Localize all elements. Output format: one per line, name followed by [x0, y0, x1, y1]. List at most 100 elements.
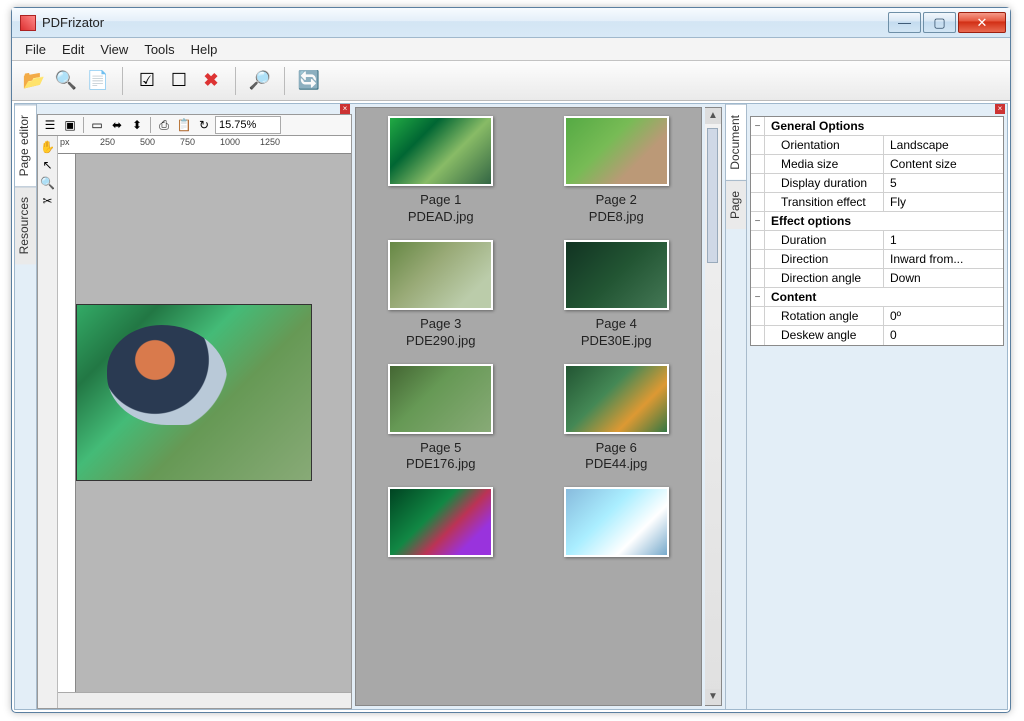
refresh-button[interactable]: 🔄 — [295, 67, 323, 95]
menu-edit[interactable]: Edit — [55, 40, 91, 59]
close-button[interactable]: ✕ — [958, 12, 1006, 33]
thumbnail-image — [564, 116, 669, 186]
zoom-input[interactable] — [215, 116, 281, 134]
scroll-handle[interactable] — [707, 128, 718, 263]
prop-value[interactable]: 0 — [884, 326, 1003, 345]
thumb-page-label: Page 2 — [589, 192, 644, 209]
tool-column: ✋ ↖ 🔍 ✂ — [38, 136, 58, 708]
fit-height-icon[interactable]: ⬍ — [128, 116, 146, 134]
thumb-page-label: Page 1 — [408, 192, 474, 209]
tab-document[interactable]: Document — [726, 104, 746, 180]
prop-key: Deskew angle — [765, 326, 884, 345]
scroll-up-icon[interactable]: ▲ — [705, 108, 721, 124]
thumbnails-panel: Page 1PDEAD.jpg Page 2PDE8.jpg Page 3PDE… — [352, 104, 725, 709]
thumbnail-item[interactable]: Page 2PDE8.jpg — [540, 116, 694, 226]
prop-key: Display duration — [765, 174, 884, 192]
menu-view[interactable]: View — [93, 40, 135, 59]
panel-close-icon[interactable]: × — [995, 104, 1005, 114]
collapse-icon[interactable]: − — [751, 212, 765, 230]
prop-key: Media size — [765, 155, 884, 173]
thumbnail-image — [564, 240, 669, 310]
prop-value[interactable]: Inward from... — [884, 250, 1003, 268]
tab-page[interactable]: Page — [726, 180, 746, 229]
thumbnails-scrollbar[interactable]: ▲ ▼ — [705, 107, 722, 706]
maximize-button[interactable]: ▢ — [923, 12, 956, 33]
menu-tools[interactable]: Tools — [137, 40, 181, 59]
canvas-viewport[interactable] — [76, 154, 351, 692]
collapse-icon[interactable]: − — [751, 288, 765, 306]
prop-key: Direction angle — [765, 269, 884, 287]
menu-help[interactable]: Help — [184, 40, 225, 59]
scroll-down-icon[interactable]: ▼ — [705, 689, 721, 705]
prop-value[interactable]: Content size — [884, 155, 1003, 173]
thumb-file-label: PDE44.jpg — [585, 456, 647, 473]
app-icon — [20, 15, 36, 31]
properties-panel: × −General Options OrientationLandscape … — [747, 104, 1007, 709]
prop-key: Transition effect — [765, 193, 884, 211]
editor-body: ✋ ↖ 🔍 ✂ px 250 500 750 1000 1250 — [37, 136, 352, 709]
zoom-tool-icon[interactable]: 🔍 — [38, 174, 57, 192]
tab-resources[interactable]: Resources — [15, 186, 36, 264]
prop-group-general: General Options — [765, 117, 1003, 135]
prop-value[interactable]: 0º — [884, 307, 1003, 325]
editor-scrollbar-h[interactable] — [58, 692, 351, 708]
thumbnail-image — [564, 487, 669, 557]
toolbar-sep — [284, 67, 285, 95]
window-controls: — ▢ ✕ — [888, 12, 1006, 33]
titlebar[interactable]: PDFrizator — ▢ ✕ — [12, 8, 1010, 38]
select-all-button[interactable]: ☑ — [133, 67, 161, 95]
thumbnail-item[interactable]: Page 3PDE290.jpg — [364, 240, 518, 350]
prop-group-content: Content — [765, 288, 1003, 306]
fit-width-icon[interactable]: ⬌ — [108, 116, 126, 134]
delete-button[interactable]: ✖ — [197, 67, 225, 95]
scanner-button[interactable]: 🔍 — [52, 67, 80, 95]
prop-value[interactable]: Down — [884, 269, 1003, 287]
prop-value[interactable]: 5 — [884, 174, 1003, 192]
minimize-button[interactable]: — — [888, 12, 921, 33]
prop-key: Direction — [765, 250, 884, 268]
thumb-page-label: Page 6 — [585, 440, 647, 457]
panel-close-icon[interactable]: × — [340, 104, 350, 114]
frame-icon[interactable]: ▣ — [61, 116, 79, 134]
hand-tool-icon[interactable]: ✋ — [38, 138, 57, 156]
thumb-page-label: Page 5 — [406, 440, 475, 457]
thumb-file-label: PDE176.jpg — [406, 456, 475, 473]
app-window: PDFrizator — ▢ ✕ File Edit View Tools He… — [11, 7, 1011, 713]
rotate-icon[interactable]: ↻ — [195, 116, 213, 134]
new-page-button[interactable]: 📄 — [84, 67, 112, 95]
canvas-area: px 250 500 750 1000 1250 — [58, 136, 351, 708]
left-tabs: Page editor Resources — [15, 104, 37, 709]
prop-value[interactable]: Fly — [884, 193, 1003, 211]
tab-page-editor[interactable]: Page editor — [15, 104, 36, 186]
prop-value[interactable]: Landscape — [884, 136, 1003, 154]
prop-value[interactable]: 1 — [884, 231, 1003, 249]
print-icon[interactable]: ⎙ — [155, 116, 173, 134]
thumbnail-item[interactable] — [540, 487, 694, 557]
open-folder-button[interactable]: 📂 — [20, 67, 48, 95]
thumb-file-label: PDE30E.jpg — [581, 333, 652, 350]
fit-page-icon[interactable]: ▭ — [88, 116, 106, 134]
menu-file[interactable]: File — [18, 40, 53, 59]
thumbnail-item[interactable]: Page 4PDE30E.jpg — [540, 240, 694, 350]
window-title: PDFrizator — [42, 15, 888, 30]
properties-icon[interactable]: ☰ — [41, 116, 59, 134]
page-preview-image[interactable] — [76, 304, 312, 481]
prop-key: Rotation angle — [765, 307, 884, 325]
thumb-file-label: PDEAD.jpg — [408, 209, 474, 226]
zoom-out-button[interactable]: 🔎 — [246, 67, 274, 95]
crop-tool-icon[interactable]: ✂ — [38, 192, 57, 210]
collapse-icon[interactable]: − — [751, 117, 765, 135]
thumbnail-item[interactable]: Page 5PDE176.jpg — [364, 364, 518, 474]
thumbnail-image — [564, 364, 669, 434]
thumbnails-viewport[interactable]: Page 1PDEAD.jpg Page 2PDE8.jpg Page 3PDE… — [355, 107, 702, 706]
clipboard-icon[interactable]: 📋 — [175, 116, 193, 134]
thumbnail-item[interactable]: Page 1PDEAD.jpg — [364, 116, 518, 226]
right-tabs: Document Page — [725, 104, 747, 709]
properties-grid: −General Options OrientationLandscape Me… — [750, 116, 1004, 346]
thumbnail-item[interactable] — [364, 487, 518, 557]
deselect-button[interactable]: ☐ — [165, 67, 193, 95]
pointer-tool-icon[interactable]: ↖ — [38, 156, 57, 174]
thumbnail-item[interactable]: Page 6PDE44.jpg — [540, 364, 694, 474]
workspace: Page editor Resources × ☰ ▣ ▭ ⬌ ⬍ ⎙ 📋 ↻ — [14, 103, 1008, 710]
editor-toolbar: ☰ ▣ ▭ ⬌ ⬍ ⎙ 📋 ↻ — [37, 114, 352, 136]
